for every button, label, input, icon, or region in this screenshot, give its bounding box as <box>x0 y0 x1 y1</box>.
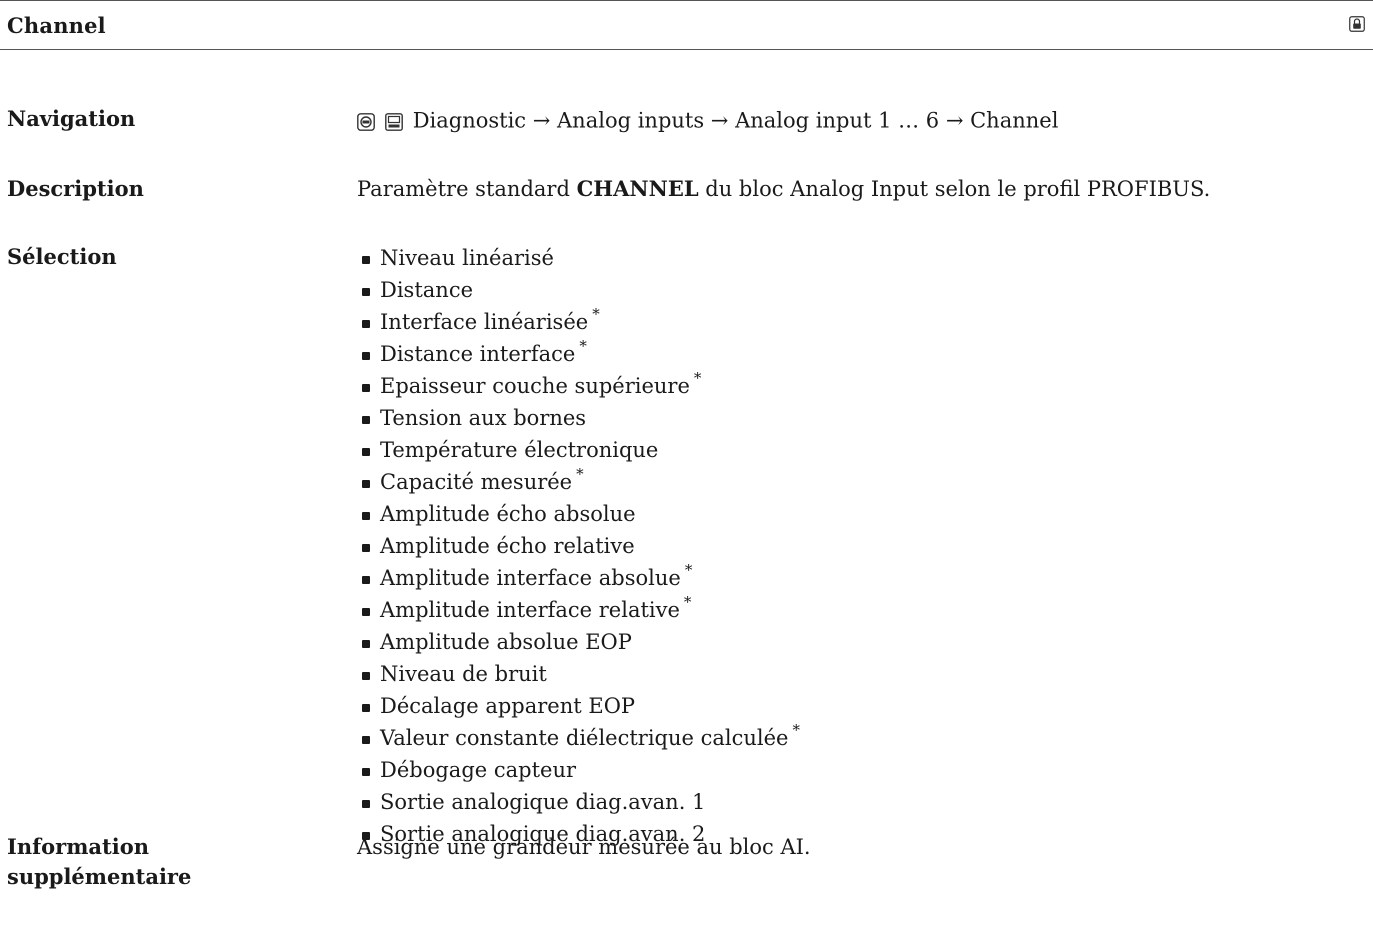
list-item-label: Amplitude interface absolue <box>380 566 681 590</box>
list-item: Amplitude interface absolue * <box>357 562 800 594</box>
footnote-asterisk: * <box>579 337 587 355</box>
list-item-label: Niveau linéarisé <box>380 246 554 270</box>
bullet-icon <box>362 384 370 392</box>
list-item-label: Amplitude absolue EOP <box>380 630 632 654</box>
list-item: Amplitude interface relative * <box>357 594 800 626</box>
list-item-label: Amplitude interface relative <box>380 598 680 622</box>
bullet-icon <box>362 544 370 552</box>
list-item: Interface linéarisée * <box>357 306 800 338</box>
bullet-icon <box>362 704 370 712</box>
list-item: Niveau de bruit <box>357 658 800 690</box>
lock-icon <box>1349 16 1365 32</box>
list-item: Capacité mesurée * <box>357 466 800 498</box>
bullet-icon <box>362 288 370 296</box>
list-item-label: Distance interface <box>380 342 576 366</box>
bullet-icon <box>362 480 370 488</box>
bullet-icon <box>362 256 370 264</box>
list-item-label: Amplitude écho relative <box>380 534 635 558</box>
description-label: Description <box>7 176 144 201</box>
footnote-asterisk: * <box>592 305 600 323</box>
list-item: Tension aux bornes <box>357 402 800 434</box>
list-item-label: Niveau de bruit <box>380 662 547 686</box>
list-item-label: Amplitude écho absolue <box>380 502 636 526</box>
list-item-label: Valeur constante diélectrique calculée <box>380 726 789 750</box>
list-item-label: Sortie analogique diag.avan. 1 <box>380 790 706 814</box>
description-parameter-name: CHANNEL <box>576 176 699 201</box>
display-icon <box>384 113 403 131</box>
bullet-icon <box>362 640 370 648</box>
expert-menu-icon <box>357 113 375 131</box>
list-item-label: Distance <box>380 278 474 302</box>
description-text-before: Paramètre standard <box>357 177 577 201</box>
list-item: Distance interface * <box>357 338 800 370</box>
bullet-icon <box>362 576 370 584</box>
footnote-asterisk: * <box>684 561 693 579</box>
selection-label: Sélection <box>7 244 117 269</box>
selection-list: Niveau linéarisé Distance Interface linéar… <box>357 242 800 850</box>
list-item: Distance <box>357 274 800 306</box>
list-item: Niveau linéarisé <box>357 242 800 274</box>
footnote-asterisk: * <box>576 465 584 483</box>
bullet-icon <box>362 608 370 616</box>
additional-info-text: Assigne une grandeur mesurée au bloc AI. <box>357 835 811 859</box>
description-value: Paramètre standard CHANNEL du bloc Analo… <box>357 174 1210 204</box>
additional-info-label-line2: supplémentaire <box>7 864 192 889</box>
list-item-label: Capacité mesurée <box>380 470 573 494</box>
bullet-icon <box>362 800 370 808</box>
page-title: Channel <box>7 13 106 38</box>
bullet-icon <box>362 352 370 360</box>
list-item-label: Epaisseur couche supérieure <box>380 374 690 398</box>
list-item: Température électronique <box>357 434 800 466</box>
additional-info-label-line1: Information <box>7 834 149 859</box>
list-item: Amplitude écho relative <box>357 530 800 562</box>
description-text-after: du bloc Analog Input selon le profil PRO… <box>698 177 1211 201</box>
footnote-asterisk: * <box>683 593 692 611</box>
list-item-label: Tension aux bornes <box>380 406 587 430</box>
list-item-label: Débogage capteur <box>380 758 577 782</box>
list-item-label: Interface linéarisée <box>380 310 589 334</box>
navigation-label: Navigation <box>7 106 136 131</box>
bullet-icon <box>362 768 370 776</box>
list-item: Sortie analogique diag.avan. 1 <box>357 786 800 818</box>
list-item: Amplitude absolue EOP <box>357 626 800 658</box>
list-item: Epaisseur couche supérieure * <box>357 370 800 402</box>
list-item: Valeur constante diélectrique calculée * <box>357 722 800 754</box>
list-item: Décalage apparent EOP <box>357 690 800 722</box>
list-item: Amplitude écho absolue <box>357 498 800 530</box>
footnote-asterisk: * <box>792 721 801 739</box>
additional-info-label: Information supplémentaire <box>7 832 191 892</box>
bullet-icon <box>362 448 370 456</box>
list-item-label: Température électronique <box>380 438 659 462</box>
navigation-value: Diagnostic → Analog inputs → Analog inpu… <box>357 104 1058 136</box>
bullet-icon <box>362 320 370 328</box>
bullet-icon <box>362 736 370 744</box>
bullet-icon <box>362 672 370 680</box>
bullet-icon <box>362 416 370 424</box>
list-item: Débogage capteur <box>357 754 800 786</box>
nav-icons <box>357 106 403 136</box>
bullet-icon <box>362 512 370 520</box>
footnote-asterisk: * <box>693 369 702 387</box>
navigation-path: Diagnostic → Analog inputs → Analog inpu… <box>412 108 1059 133</box>
page-header: Channel <box>0 0 1373 50</box>
list-item-label: Décalage apparent EOP <box>380 694 636 718</box>
